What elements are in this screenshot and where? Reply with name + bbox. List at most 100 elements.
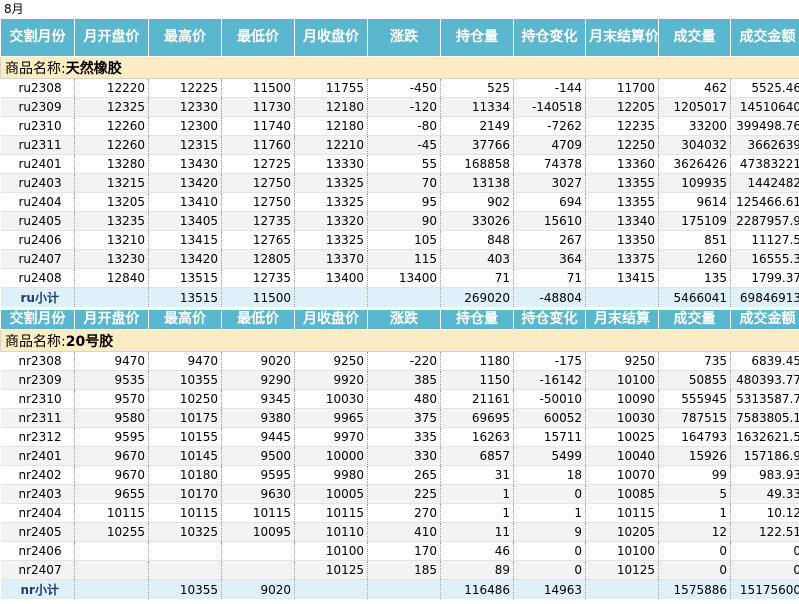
subtotal-cell[interactable]: 269020 (440, 287, 514, 307)
table-cell[interactable]: 9655 (74, 484, 149, 504)
table-cell[interactable]: 6857 (440, 446, 514, 466)
table-cell[interactable]: 122.51 (730, 522, 799, 542)
table-cell[interactable]: 170 (367, 541, 441, 561)
table-cell[interactable]: 9970 (294, 427, 368, 447)
table-cell[interactable]: 480 (367, 389, 441, 409)
subtotal-cell[interactable] (74, 579, 149, 599)
table-cell[interactable]: 60052 (513, 408, 586, 428)
subtotal-label[interactable]: ru小计 (0, 287, 75, 307)
table-cell[interactable]: 10125 (294, 560, 368, 580)
table-cell[interactable]: 10115 (585, 503, 659, 523)
table-cell[interactable]: 10100 (294, 541, 368, 561)
table-cell[interactable]: 16263 (440, 427, 514, 447)
table-cell[interactable]: 14510640 (730, 97, 799, 117)
table-cell[interactable]: 7583805.1 (730, 408, 799, 428)
table-cell[interactable]: 12750 (221, 173, 295, 193)
group-label[interactable]: 商品名称:20号胶 (0, 329, 799, 352)
table-cell[interactable]: 33200 (658, 116, 731, 136)
table-cell[interactable]: 3662639 (730, 135, 799, 155)
column-header[interactable]: 月收盘价 (294, 18, 368, 57)
table-cell[interactable]: 90 (367, 211, 441, 231)
column-header[interactable]: 涨跌 (367, 18, 441, 57)
table-cell[interactable]: 13350 (585, 230, 659, 250)
table-cell[interactable]: 10030 (585, 408, 659, 428)
table-cell[interactable]: 47383221 (730, 154, 799, 174)
table-cell[interactable]: 9380 (221, 408, 295, 428)
table-cell[interactable]: 12260 (74, 135, 149, 155)
table-cell[interactable]: ru2406 (0, 230, 75, 250)
table-cell[interactable]: 10090 (585, 389, 659, 409)
table-cell[interactable]: 13325 (294, 230, 368, 250)
table-cell[interactable]: 11334 (440, 97, 514, 117)
table-cell[interactable]: 2287957.9 (730, 211, 799, 231)
table-cell[interactable]: nr2402 (0, 465, 75, 485)
table-cell[interactable]: 10030 (294, 389, 368, 409)
table-cell[interactable]: 403 (440, 249, 514, 269)
table-cell[interactable]: nr2312 (0, 427, 75, 447)
subtotal-cell[interactable]: 1575886 (658, 579, 731, 599)
table-cell[interactable]: 10.12 (730, 503, 799, 523)
table-cell[interactable]: 12210 (294, 135, 368, 155)
table-cell[interactable]: 10085 (585, 484, 659, 504)
table-cell[interactable]: 12235 (585, 116, 659, 136)
table-cell[interactable]: nr2311 (0, 408, 75, 428)
table-cell[interactable]: 13138 (440, 173, 514, 193)
subtotal-cell[interactable]: 5466041 (658, 287, 731, 307)
table-cell[interactable]: 9345 (221, 389, 295, 409)
table-cell[interactable]: 1 (440, 484, 514, 504)
table-cell[interactable]: 0 (513, 560, 586, 580)
table-cell[interactable]: 399498.76 (730, 116, 799, 136)
column-header[interactable]: 成交量 (658, 18, 731, 57)
table-cell[interactable]: nr2401 (0, 446, 75, 466)
table-cell[interactable]: 0 (513, 541, 586, 561)
table-cell[interactable]: 10070 (585, 465, 659, 485)
table-cell[interactable]: 12765 (221, 230, 295, 250)
table-cell[interactable]: 12330 (148, 97, 222, 117)
table-cell[interactable]: nr2406 (0, 541, 75, 561)
table-cell[interactable]: 11730 (221, 97, 295, 117)
table-cell[interactable]: 1260 (658, 249, 731, 269)
table-cell[interactable]: -16142 (513, 370, 586, 390)
table-cell[interactable]: 13235 (74, 211, 149, 231)
table-cell[interactable]: 157186.9 (730, 446, 799, 466)
table-cell[interactable]: 270 (367, 503, 441, 523)
column-header[interactable]: 持仓量 (440, 309, 514, 330)
table-cell[interactable]: 10355 (148, 370, 222, 390)
table-cell[interactable]: 1 (513, 503, 586, 523)
table-cell[interactable]: 9670 (74, 446, 149, 466)
table-cell[interactable]: 135 (658, 268, 731, 288)
table-cell[interactable]: 16555.3 (730, 249, 799, 269)
table-cell[interactable]: 13355 (585, 192, 659, 212)
table-cell[interactable]: 10250 (148, 389, 222, 409)
table-cell[interactable]: ru2408 (0, 268, 75, 288)
table-cell[interactable]: 99 (658, 465, 731, 485)
table-cell[interactable]: 12180 (294, 116, 368, 136)
table-cell[interactable] (74, 541, 149, 561)
column-header[interactable]: 交割月份 (0, 309, 75, 330)
subtotal-cell[interactable]: 15175600 (730, 579, 799, 599)
table-cell[interactable]: 33026 (440, 211, 514, 231)
table-cell[interactable]: nr2310 (0, 389, 75, 409)
table-cell[interactable]: 13340 (585, 211, 659, 231)
table-cell[interactable]: 5525.46 (730, 78, 799, 98)
table-cell[interactable]: 55 (367, 154, 441, 174)
table-cell[interactable]: 12205 (585, 97, 659, 117)
table-cell[interactable]: 265 (367, 465, 441, 485)
table-cell[interactable]: 13330 (294, 154, 368, 174)
table-cell[interactable]: 12805 (221, 249, 295, 269)
subtotal-cell[interactable] (367, 579, 441, 599)
table-cell[interactable]: -220 (367, 351, 441, 371)
table-cell[interactable]: 12225 (148, 78, 222, 98)
table-cell[interactable]: 13325 (294, 173, 368, 193)
table-cell[interactable]: 13215 (74, 173, 149, 193)
table-cell[interactable]: nr2308 (0, 351, 75, 371)
table-cell[interactable]: -144 (513, 78, 586, 98)
table-cell[interactable]: 71 (513, 268, 586, 288)
table-cell[interactable]: 37766 (440, 135, 514, 155)
table-cell[interactable]: 10100 (585, 370, 659, 390)
column-header[interactable]: 成交金额 (730, 18, 799, 57)
table-cell[interactable]: 70 (367, 173, 441, 193)
table-cell[interactable]: 12300 (148, 116, 222, 136)
table-cell[interactable]: 11127.5 (730, 230, 799, 250)
table-cell[interactable]: 9965 (294, 408, 368, 428)
